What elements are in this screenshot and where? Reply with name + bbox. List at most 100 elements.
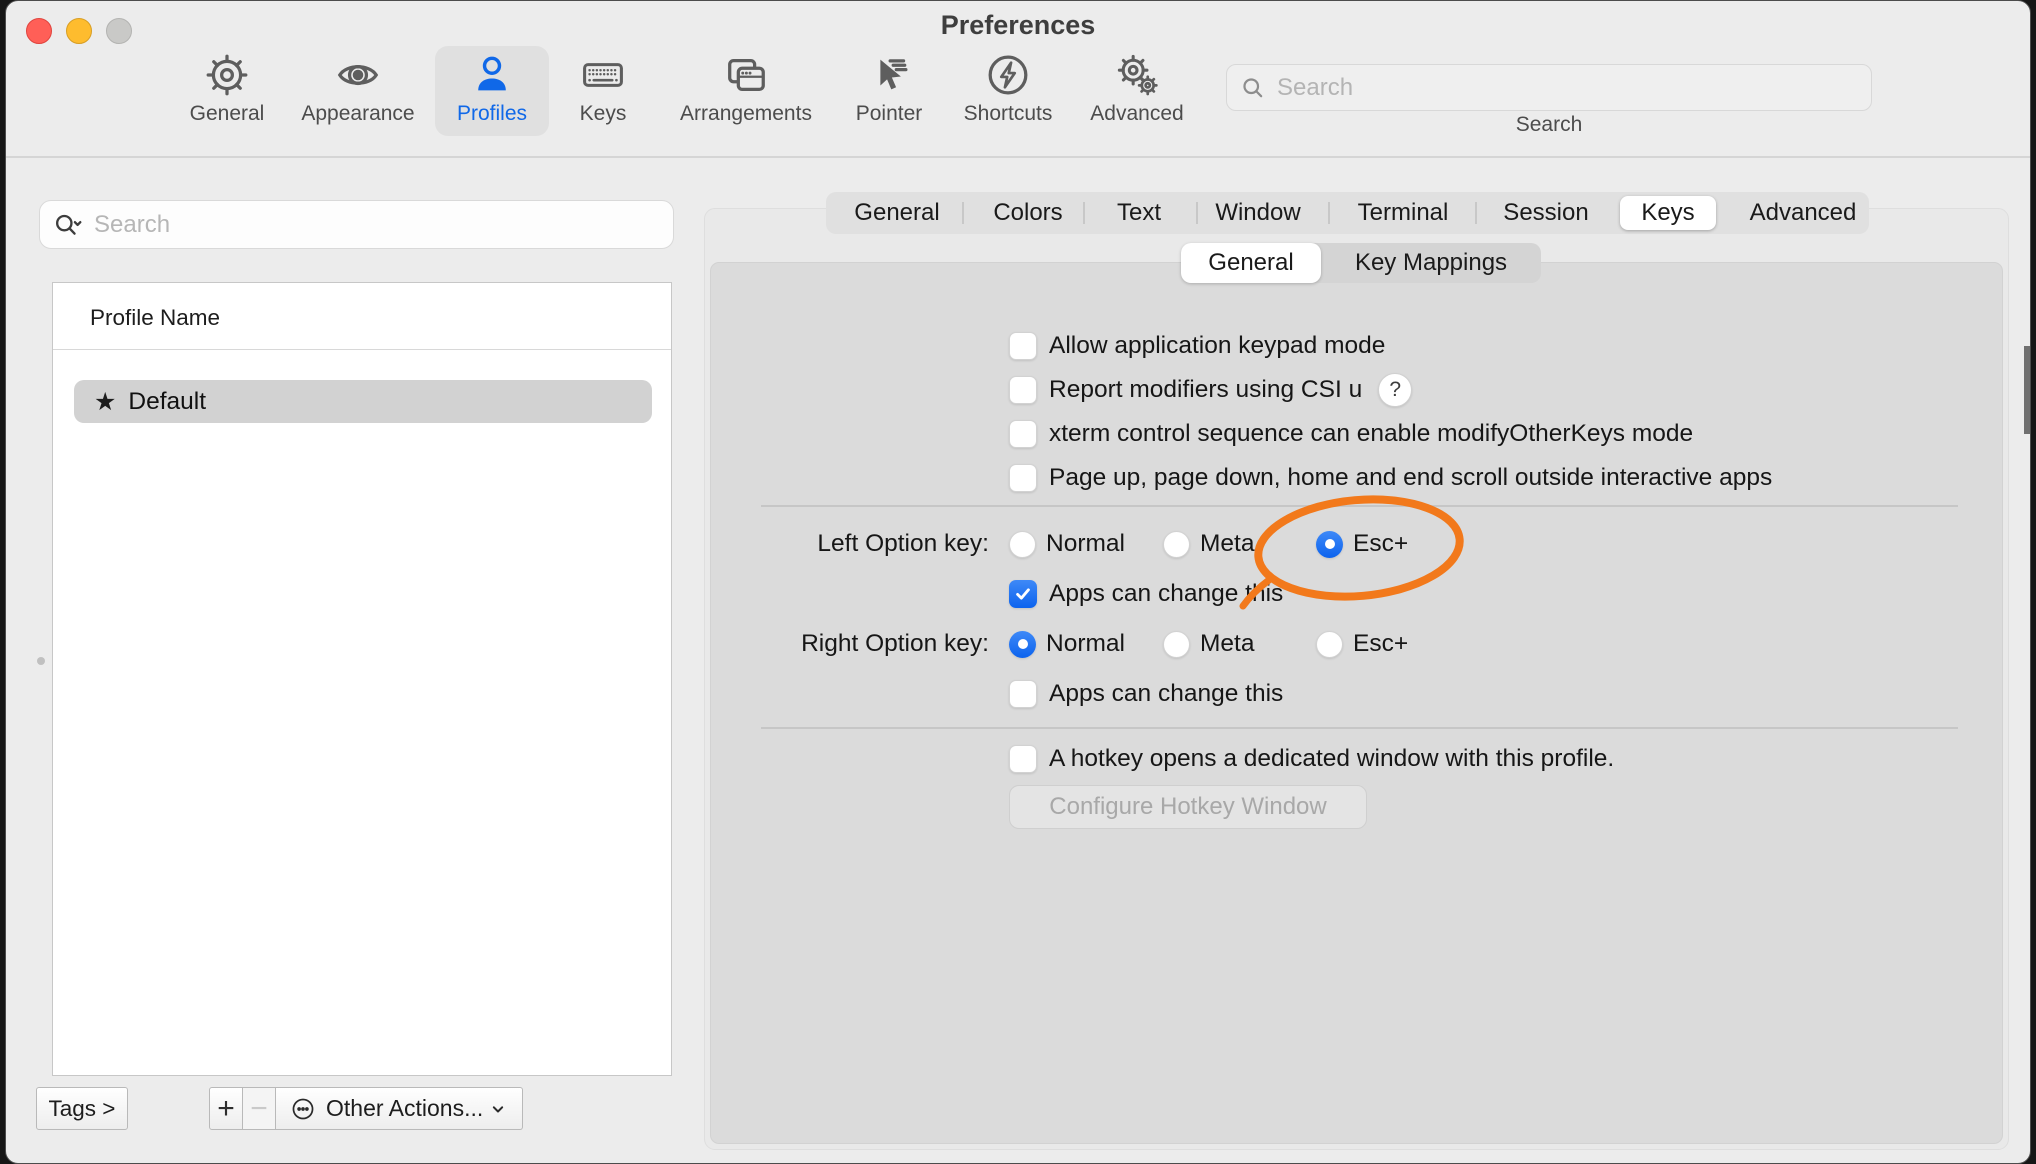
radio-left-option-meta[interactable]	[1163, 531, 1190, 558]
search-placeholder: Search	[1277, 74, 1353, 102]
checkbox-label: xterm control sequence can enable modify…	[1049, 420, 1693, 448]
toolbar-item-arrangements[interactable]: Arrangements	[666, 51, 826, 126]
subtab-general[interactable]: General	[1208, 243, 1293, 283]
left-option-radio-group: Normal Meta Esc+	[1009, 530, 1479, 558]
toolbar-item-label: Shortcuts	[964, 102, 1053, 126]
keyboard-icon	[580, 51, 626, 99]
search-icon	[1239, 74, 1267, 102]
checkbox-label: Report modifiers using CSI u	[1049, 376, 1362, 404]
right-option-key-label: Right Option key:	[689, 629, 989, 659]
row-left-apps-can-change: Apps can change this	[1009, 580, 1283, 608]
tab-separator	[962, 202, 964, 224]
preferences-window: Preferences General Appearance Profiles	[5, 0, 2031, 1164]
radio-label: Normal	[1046, 530, 1125, 558]
radio-right-option-esc-plus[interactable]	[1316, 631, 1343, 658]
toolbar-item-keys[interactable]: Keys	[523, 51, 683, 126]
radio-label: Meta	[1200, 630, 1254, 658]
section-divider	[761, 727, 1958, 729]
toolbar-item-label: Advanced	[1090, 102, 1183, 126]
gears-icon	[1114, 51, 1160, 99]
tab-window[interactable]: Window	[1215, 192, 1300, 234]
tags-button[interactable]: Tags >	[36, 1087, 128, 1130]
other-actions-dropdown[interactable]: Other Actions...	[276, 1087, 523, 1130]
checkbox-label: Apps can change this	[1049, 680, 1283, 708]
checkbox-label: Allow application keypad mode	[1049, 332, 1385, 360]
tab-general[interactable]: General	[854, 192, 939, 234]
subtab-key-mappings[interactable]: Key Mappings	[1355, 243, 1507, 283]
checkbox-label: A hotkey opens a dedicated window with t…	[1049, 745, 1614, 773]
person-icon	[469, 51, 515, 99]
search-placeholder: Search	[94, 211, 170, 239]
row-hotkey-window: A hotkey opens a dedicated window with t…	[1009, 745, 1614, 773]
radio-label: Esc+	[1353, 630, 1408, 658]
remove-profile-button[interactable]: −	[243, 1087, 276, 1130]
row-scroll-outside: Page up, page down, home and end scroll …	[1009, 464, 1772, 492]
checkbox-label: Page up, page down, home and end scroll …	[1049, 464, 1772, 492]
eye-icon	[335, 51, 381, 99]
tab-session[interactable]: Session	[1503, 192, 1588, 234]
search-filter-icon	[52, 210, 84, 240]
toolbar-item-label: Arrangements	[680, 102, 812, 126]
radio-right-option-normal[interactable]	[1009, 631, 1036, 658]
toolbar-item-advanced[interactable]: Advanced	[1057, 51, 1217, 126]
checkbox-right-apps-can-change[interactable]	[1009, 680, 1037, 708]
configure-hotkey-window-button: Configure Hotkey Window	[1009, 785, 1367, 829]
profile-search-field[interactable]: Search	[39, 200, 674, 249]
star-icon: ★	[94, 387, 116, 417]
tab-separator	[1083, 202, 1085, 224]
left-option-key-label: Left Option key:	[689, 529, 989, 559]
window-title: Preferences	[6, 10, 2030, 41]
toolbar-item-label: Appearance	[301, 102, 414, 126]
checkbox-scroll-outside-apps[interactable]	[1009, 464, 1037, 492]
window-edge-dot	[37, 657, 45, 665]
tab-separator	[1328, 202, 1330, 224]
checkbox-modify-other-keys[interactable]	[1009, 420, 1037, 448]
tab-text[interactable]: Text	[1117, 192, 1161, 234]
windows-icon	[723, 51, 769, 99]
tab-separator	[1475, 202, 1477, 224]
radio-left-option-esc-plus[interactable]	[1316, 531, 1343, 558]
other-actions-label: Other Actions...	[326, 1095, 483, 1122]
check-icon	[1013, 584, 1033, 604]
toolbar-search-field[interactable]: Search	[1226, 64, 1872, 111]
ellipsis-circle-icon	[290, 1096, 316, 1122]
tab-terminal[interactable]: Terminal	[1358, 192, 1449, 234]
toolbar-item-label: Pointer	[856, 102, 923, 126]
checkbox-left-apps-can-change[interactable]	[1009, 580, 1037, 608]
add-profile-button[interactable]: +	[209, 1087, 243, 1130]
toolbar-item-label: General	[190, 102, 265, 126]
cursor-icon	[866, 51, 912, 99]
row-keypad-mode: Allow application keypad mode	[1009, 332, 1385, 360]
section-divider	[761, 505, 1958, 507]
profile-list-header: Profile Name	[90, 305, 220, 331]
chevron-down-icon	[488, 1099, 508, 1119]
profile-name: Default	[128, 388, 206, 416]
list-header-divider	[53, 349, 671, 350]
radio-label: Meta	[1200, 530, 1254, 558]
toolbar-item-label: Profiles	[457, 102, 527, 126]
background-peek	[2024, 346, 2030, 434]
checkbox-csi-u[interactable]	[1009, 376, 1037, 404]
profile-actions-group: + − Other Actions...	[209, 1087, 523, 1130]
right-option-radio-group: Normal Meta Esc+	[1009, 630, 1479, 658]
row-right-apps-can-change: Apps can change this	[1009, 680, 1283, 708]
tab-colors[interactable]: Colors	[993, 192, 1062, 234]
toolbar-search-caption: Search	[1226, 113, 1872, 137]
lightning-circle-icon	[985, 51, 1031, 99]
radio-right-option-meta[interactable]	[1163, 631, 1190, 658]
gear-icon	[204, 51, 250, 99]
toolbar-divider	[6, 156, 2030, 158]
toolbar-item-label: Keys	[580, 102, 627, 126]
radio-label: Normal	[1046, 630, 1125, 658]
radio-label: Esc+	[1353, 530, 1408, 558]
row-modify-other-keys: xterm control sequence can enable modify…	[1009, 420, 1693, 448]
profile-row-default[interactable]: ★ Default	[74, 380, 652, 423]
tab-keys[interactable]: Keys	[1641, 192, 1694, 234]
radio-left-option-normal[interactable]	[1009, 531, 1036, 558]
checkbox-hotkey-window[interactable]	[1009, 745, 1037, 773]
checkbox-allow-keypad[interactable]	[1009, 332, 1037, 360]
tab-advanced[interactable]: Advanced	[1750, 192, 1857, 234]
profile-list: Profile Name ★ Default	[52, 282, 672, 1076]
checkbox-label: Apps can change this	[1049, 580, 1283, 608]
help-button[interactable]: ?	[1378, 373, 1412, 407]
